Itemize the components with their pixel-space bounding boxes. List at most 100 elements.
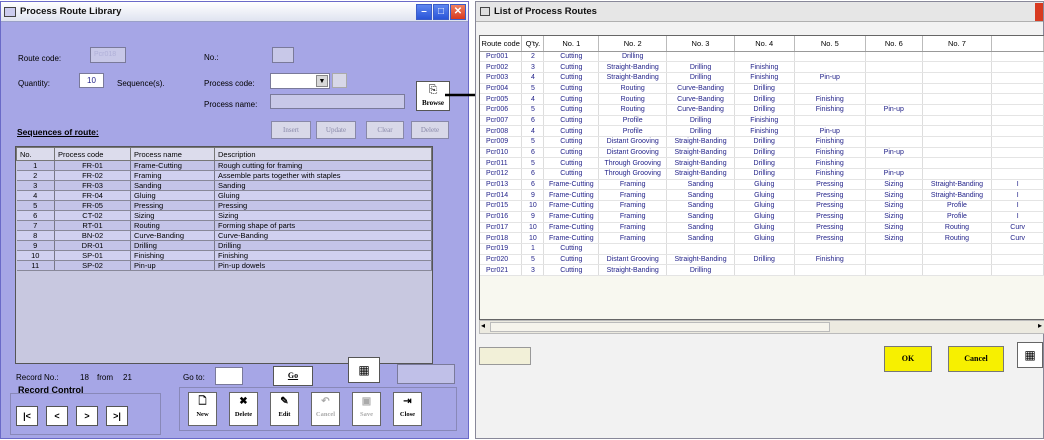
table-cell: 4 — [16, 190, 55, 201]
new-button[interactable]: 🗋 New — [188, 392, 217, 426]
table-row[interactable]: Pcr018 10 Frame-Cutting Framing Sanding Gluin… — [480, 232, 1044, 244]
last-record-button[interactable]: >| — [106, 406, 128, 426]
column-header[interactable]: No. 1 — [543, 36, 600, 52]
update-button[interactable]: Update — [316, 121, 356, 139]
column-header[interactable]: Process code — [54, 147, 131, 161]
table-row[interactable]: 10 SP-01 Finishing Finishing — [16, 250, 432, 261]
table-row[interactable]: Pcr014 9 Frame-Cutting Framing Sanding Gluing… — [480, 189, 1044, 202]
info-field — [479, 347, 531, 365]
table-row[interactable]: Pcr017 10 Frame-Cutting Framing Sanding Gluin… — [480, 222, 1044, 234]
table-cell: Curv — [991, 222, 1044, 234]
table-row[interactable]: Pcr004 5 Cutting Routing Curve-Banding Drilli… — [480, 83, 1044, 95]
table-row[interactable]: Pcr005 4 Cutting Routing Curve-Banding Drilli… — [480, 93, 1044, 105]
column-header[interactable]: Route code — [480, 36, 523, 52]
chevron-down-icon[interactable]: ▼ — [316, 75, 328, 87]
save-button[interactable]: ▣ Save — [352, 392, 381, 426]
table-cell: Cutting — [543, 136, 600, 148]
process-name-field[interactable] — [270, 94, 405, 109]
table-cell: Curve-Banding — [130, 230, 215, 241]
table-row[interactable]: 11 SP-02 Pin-up Pin-up dowels — [16, 260, 432, 271]
column-header[interactable]: No. 5 — [794, 36, 867, 52]
table-cell: Sizing — [865, 179, 923, 191]
table-row[interactable]: Pcr016 9 Frame-Cutting Framing Sanding Gluing… — [480, 211, 1044, 223]
table-row[interactable]: Pcr007 6 Cutting Profile Drilling Finishing — [480, 115, 1044, 127]
table-cell: 8 — [16, 230, 55, 241]
table-row[interactable]: Pcr003 4 Cutting Straight-Banding Drilling Fi… — [480, 72, 1044, 84]
close-button[interactable]: ⇥ Close — [393, 392, 422, 426]
table-row[interactable]: Pcr012 6 Cutting Through Grooving Straight-B… — [480, 168, 1044, 180]
table-row[interactable]: Pcr013 6 Frame-Cutting Framing Sanding Gluing… — [480, 179, 1044, 191]
table-cell: Finishing — [214, 250, 432, 261]
table-row[interactable]: 3 FR-03 Sanding Sanding — [16, 180, 432, 191]
table-row[interactable]: Pcr019 1 Cutting — [480, 243, 1044, 255]
delete-button[interactable]: ✖ Delete — [229, 392, 258, 426]
table-row[interactable]: 8 BN-02 Curve-Banding Curve-Banding — [16, 230, 432, 241]
table-cell: I — [991, 211, 1044, 223]
ok-button[interactable]: OK — [884, 346, 932, 372]
next-record-button[interactable]: > — [76, 406, 98, 426]
delete-sequence-button[interactable]: Delete — [411, 121, 449, 139]
go-button[interactable]: Go — [273, 366, 313, 386]
table-row[interactable]: Pcr002 3 Cutting Straight-Banding Drilling Fi… — [480, 61, 1044, 73]
table-row[interactable]: Pcr010 6 Cutting Distant Grooving Straight-B… — [480, 147, 1044, 159]
scroll-right-icon[interactable]: ▸ — [1038, 321, 1042, 330]
insert-button[interactable]: Insert — [271, 121, 311, 139]
table-row[interactable]: 7 RT-01 Routing Forming shape of parts — [16, 220, 432, 231]
table-cell — [794, 115, 867, 127]
column-header[interactable]: Q'ty. — [521, 36, 545, 52]
table-cell: Framing — [598, 189, 668, 202]
report-icon[interactable]: ▦ — [1017, 342, 1043, 368]
table-row[interactable]: Pcr021 3 Cutting Straight-Banding Drilling — [480, 264, 1044, 276]
table-row[interactable]: Pcr008 4 Cutting Profile Drilling Finishing Pi… — [480, 125, 1044, 137]
sequences-grid[interactable]: No. Process code Process name Descriptio… — [15, 146, 433, 364]
cancel-button[interactable]: ↶ Cancel — [311, 392, 340, 426]
edit-button[interactable]: ✎ Edit — [270, 392, 299, 426]
column-header[interactable]: No. — [16, 147, 55, 161]
table-cell: Pressing — [130, 200, 215, 211]
scroll-left-icon[interactable]: ◂ — [481, 321, 485, 330]
table-row[interactable]: Pcr009 5 Cutting Distant Grooving Straight-B… — [480, 136, 1044, 148]
process-routes-grid[interactable]: Route code Q'ty. No. 1 No. 2 No. 3 No. 4 No. 5… — [479, 35, 1044, 320]
route-code-field[interactable]: Pcr018 — [90, 47, 126, 63]
lookup-icon[interactable] — [332, 73, 347, 88]
close-window-button[interactable]: ✕ — [450, 4, 466, 20]
report-icon[interactable]: ▦ — [348, 357, 380, 383]
table-row[interactable]: 9 DR-01 Drilling Drilling — [16, 240, 432, 251]
table-cell: 10 — [521, 200, 545, 212]
table-row[interactable]: 4 FR-04 Gluing Gluing — [16, 190, 432, 201]
table-cell: Pcr009 — [480, 136, 523, 148]
table-cell: Straight-Banding — [598, 72, 668, 84]
column-header[interactable]: No. 2 — [598, 36, 668, 52]
table-row[interactable]: Pcr001 2 Cutting Drilling — [480, 51, 1044, 63]
process-code-select[interactable]: ▼ — [270, 73, 330, 89]
quantity-field[interactable]: 10 — [79, 73, 104, 88]
table-row[interactable]: 2 FR-02 Framing Assemble parts together wit… — [16, 170, 432, 181]
table-row[interactable]: 5 FR-05 Pressing Pressing — [16, 200, 432, 211]
maximize-button[interactable]: □ — [433, 4, 449, 20]
column-header[interactable]: No. 6 — [865, 36, 923, 52]
column-header[interactable] — [991, 36, 1044, 52]
first-record-button[interactable]: |< — [16, 406, 38, 426]
table-row[interactable]: Pcr015 10 Frame-Cutting Framing Sanding Gluin… — [480, 200, 1044, 212]
horizontal-scrollbar[interactable]: ◂ ▸ — [479, 320, 1044, 334]
no-field[interactable] — [272, 47, 294, 63]
column-header[interactable]: No. 3 — [666, 36, 735, 52]
prev-record-button[interactable]: < — [46, 406, 68, 426]
goto-field[interactable] — [215, 367, 243, 385]
column-header[interactable]: No. 7 — [922, 36, 993, 52]
column-header[interactable]: Description — [214, 147, 432, 161]
table-row[interactable]: 6 CT-02 Sizing Sizing — [16, 210, 432, 221]
cancel-button[interactable]: Cancel — [948, 346, 1004, 372]
column-header[interactable]: Process name — [130, 147, 215, 161]
table-cell — [991, 83, 1044, 95]
table-row[interactable]: Pcr011 5 Cutting Through Grooving Straight-B… — [480, 157, 1044, 170]
table-row[interactable]: Pcr020 5 Cutting Distant Grooving Straight-B… — [480, 254, 1044, 266]
table-row[interactable]: 1 FR-01 Frame-Cutting Rough cutting for fra… — [16, 160, 432, 171]
table-row[interactable]: Pcr006 5 Cutting Routing Curve-Banding Drilli… — [480, 104, 1044, 116]
minimize-button[interactable]: – — [416, 4, 432, 20]
scroll-thumb[interactable] — [490, 322, 830, 332]
table-cell: 1 — [521, 243, 545, 255]
clear-button[interactable]: Clear — [366, 121, 404, 139]
close-window-button[interactable] — [1035, 3, 1043, 21]
column-header[interactable]: No. 4 — [734, 36, 795, 52]
